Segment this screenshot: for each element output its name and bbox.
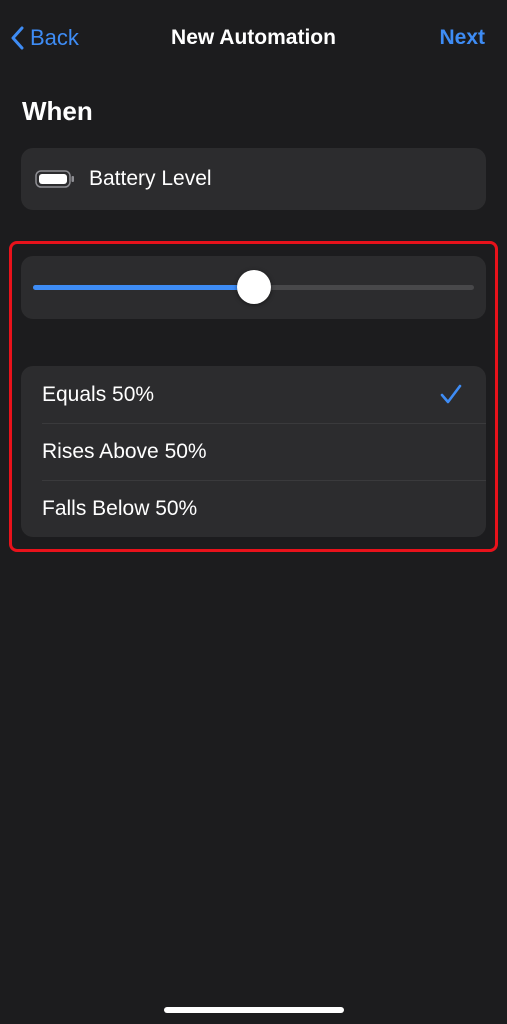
section-heading: When xyxy=(22,96,93,126)
back-button[interactable]: Back xyxy=(10,18,79,58)
automation-screen: Back New Automation Next When Battery Le… xyxy=(0,0,507,1024)
option-label: Rises Above 50% xyxy=(42,439,207,463)
checkmark-icon xyxy=(440,384,462,404)
battery-level-slider-card xyxy=(21,256,486,319)
option-label: Equals 50% xyxy=(42,382,155,406)
next-button[interactable]: Next xyxy=(439,18,485,58)
trigger-row[interactable]: Battery Level xyxy=(21,148,486,210)
trigger-label: Battery Level xyxy=(89,167,212,190)
condition-options-list: Equals 50% Rises Above 50% Falls Below 5… xyxy=(21,366,486,537)
option-falls-below[interactable]: Falls Below 50% xyxy=(21,480,486,537)
chevron-left-icon xyxy=(11,26,24,50)
navigation-bar: Back New Automation Next xyxy=(0,18,507,58)
option-rises-above[interactable]: Rises Above 50% xyxy=(21,423,486,480)
home-indicator[interactable] xyxy=(164,1007,344,1013)
battery-level-slider[interactable] xyxy=(33,270,474,304)
option-label: Falls Below 50% xyxy=(42,496,198,520)
option-equals[interactable]: Equals 50% xyxy=(21,366,486,423)
battery-icon xyxy=(35,169,75,189)
back-button-label: Back xyxy=(30,25,79,50)
slider-fill xyxy=(33,285,254,290)
slider-thumb[interactable] xyxy=(236,270,271,304)
